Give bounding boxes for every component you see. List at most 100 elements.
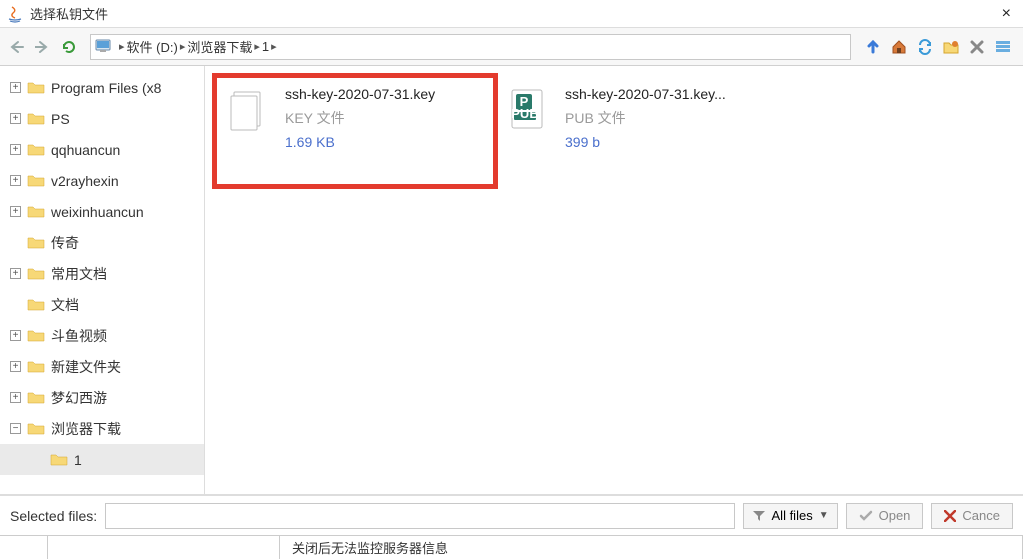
file-size: 399 b [565,134,726,150]
tree-expand-toggle[interactable]: + [10,330,21,341]
selected-files-input[interactable] [105,503,734,529]
tree-item[interactable]: + 新建文件夹 [0,351,204,382]
tree-expand-toggle[interactable]: + [10,175,21,186]
status-seg-1 [0,536,48,559]
tree-item-label: 文档 [51,295,79,315]
tree-item-label: 斗鱼视频 [51,326,107,346]
nav-forward-button[interactable] [32,36,54,58]
new-folder-icon[interactable] [941,37,961,57]
tree-item-label: 梦幻西游 [51,388,107,408]
status-seg-3: 关闭后无法监控服务器信息 [280,536,1023,559]
folder-icon [27,421,45,437]
filter-icon [752,510,766,522]
file-info: ssh-key-2020-07-31.key... PUB 文件 399 b [565,84,726,178]
delete-icon[interactable] [967,37,987,57]
folder-icon [27,235,45,251]
tree-expand-toggle[interactable]: + [10,206,21,217]
tree-item[interactable]: + 斗鱼视频 [0,320,204,351]
breadcrumb-seg-1[interactable]: 浏览器下载 [187,37,252,56]
tree-item-label: 1 [74,452,82,468]
folder-icon [27,359,45,375]
tree-expand-toggle[interactable]: + [10,82,21,93]
folder-icon [27,142,45,158]
tree-item-label: 浏览器下载 [51,419,121,439]
window-title: 选择私钥文件 [30,4,996,23]
status-bar: 关闭后无法监控服务器信息 [0,535,1023,559]
chevron-down-icon: ▼ [819,510,829,521]
tree-item-label: v2rayhexin [51,173,119,189]
cancel-label: Cance [962,508,1000,523]
breadcrumb-sep: ▸ [119,40,125,53]
folder-icon [27,173,45,189]
titlebar: 选择私钥文件 × [0,0,1023,28]
breadcrumb-seg-0[interactable]: 软件 (D:) [127,37,178,56]
tree-item[interactable]: + qqhuancun [0,134,204,165]
tree-item[interactable]: + weixinhuancun [0,196,204,227]
file-type: KEY 文件 [285,108,435,128]
list-view-icon[interactable] [993,37,1013,57]
file-list[interactable]: ssh-key-2020-07-31.keyKEY 文件1.69 KBPPUBs… [205,66,1023,494]
tree-expand-toggle[interactable]: − [10,423,21,434]
tree-item[interactable]: 1 [0,444,204,475]
tree-expand-toggle[interactable]: + [10,144,21,155]
tree-expand-toggle [10,237,21,248]
tree-expand-toggle[interactable]: + [10,113,21,124]
breadcrumb-sep: ▸ [180,40,186,53]
breadcrumb-sep: ▸ [254,40,260,53]
up-arrow-icon[interactable] [863,37,883,57]
tree-item[interactable]: + 梦幻西游 [0,382,204,413]
tree-item[interactable]: + v2rayhexin [0,165,204,196]
tree-item-label: qqhuancun [51,142,120,158]
breadcrumb[interactable]: ▸ 软件 (D:) ▸ 浏览器下载 ▸ 1 ▸ [90,34,851,60]
file-name: ssh-key-2020-07-31.key... [565,86,726,102]
file-info: ssh-key-2020-07-31.key KEY 文件 1.69 KB [285,84,435,178]
file-thumbnail-icon [223,84,273,144]
main-area: + Program Files (x8 + PS + qqhuancun + v2rayhex… [0,66,1023,495]
tree-item-label: weixinhuancun [51,204,144,220]
folder-icon [27,328,45,344]
tree-item[interactable]: 传奇 [0,227,204,258]
cancel-button[interactable]: Cance [931,503,1013,529]
breadcrumb-seg-2[interactable]: 1 [262,39,269,54]
breadcrumb-sep: ▸ [271,40,277,53]
file-type: PUB 文件 [565,108,726,128]
tree-item-label: 传奇 [51,233,79,253]
tree-item-label: 常用文档 [51,264,107,284]
file-filter-dropdown[interactable]: All files ▼ [743,503,838,529]
tree-item[interactable]: 文档 [0,289,204,320]
folder-icon [27,390,45,406]
tree-item-label: PS [51,111,70,127]
filter-label: All files [772,508,813,523]
tree-item[interactable]: − 浏览器下载 [0,413,204,444]
folder-icon [27,80,45,96]
file-item[interactable]: PPUB ssh-key-2020-07-31.key... PUB 文件 399 b [495,76,775,186]
tree-expand-toggle[interactable]: + [10,392,21,403]
tree-item-label: 新建文件夹 [51,357,121,377]
tree-item[interactable]: + PS [0,103,204,134]
open-button[interactable]: Open [846,503,924,529]
sync-icon[interactable] [915,37,935,57]
bottom-bar: Selected files: All files ▼ Open Cance [0,495,1023,535]
drive-icon [95,39,113,55]
file-item[interactable]: ssh-key-2020-07-31.key KEY 文件 1.69 KB [215,76,495,186]
java-icon [6,5,24,23]
folder-tree[interactable]: + Program Files (x8 + PS + qqhuancun + v2rayhex… [0,66,205,494]
nav-refresh-button[interactable] [58,36,80,58]
folder-icon [50,452,68,468]
nav-back-button[interactable] [6,36,28,58]
folder-icon [27,297,45,313]
home-icon[interactable] [889,37,909,57]
folder-icon [27,204,45,220]
open-label: Open [879,508,911,523]
tree-expand-toggle[interactable]: + [10,268,21,279]
x-icon [944,510,956,522]
file-name: ssh-key-2020-07-31.key [285,86,435,102]
tree-item[interactable]: + Program Files (x8 [0,72,204,103]
close-icon[interactable]: × [996,5,1017,23]
svg-text:PUB: PUB [511,106,538,121]
tree-expand-toggle[interactable]: + [10,361,21,372]
file-size: 1.69 KB [285,134,435,150]
tree-item-label: Program Files (x8 [51,80,161,96]
tree-item[interactable]: + 常用文档 [0,258,204,289]
file-thumbnail-icon: PPUB [503,84,553,144]
